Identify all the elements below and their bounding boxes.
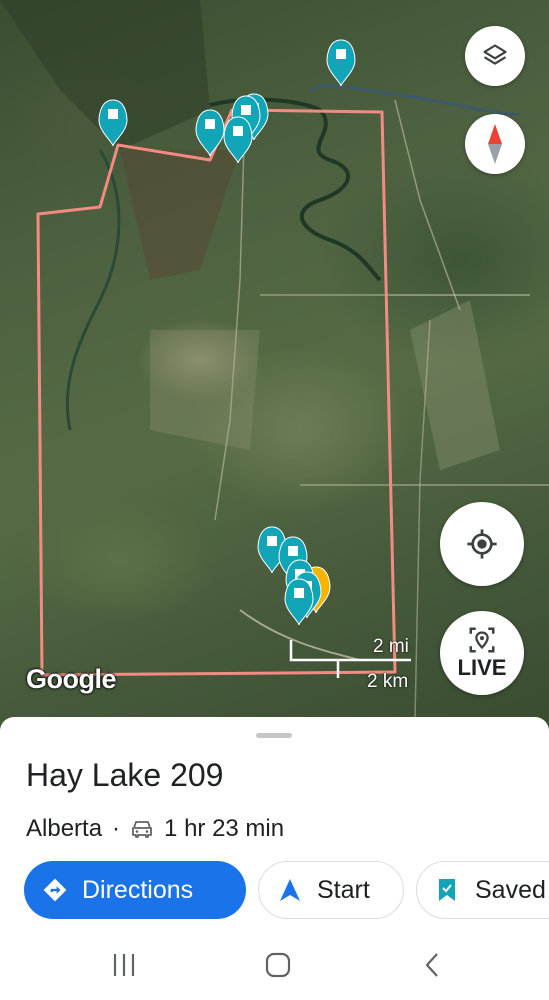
home-icon[interactable] bbox=[263, 950, 293, 980]
start-label: Start bbox=[317, 875, 370, 904]
bookmark-icon bbox=[439, 879, 455, 901]
directions-label: Directions bbox=[82, 875, 194, 904]
place-region: Alberta bbox=[26, 815, 103, 842]
map-view[interactable]: Google 2 mi 2 km LIVE bbox=[0, 0, 549, 730]
google-logo: Google bbox=[26, 664, 117, 694]
scale-kilometers: 2 km bbox=[367, 671, 409, 692]
scale-miles: 2 mi bbox=[373, 636, 409, 657]
place-subtitle: Alberta · 1 hr 23 min bbox=[26, 815, 284, 843]
system-nav-bar bbox=[0, 930, 549, 1000]
directions-button[interactable]: Directions bbox=[24, 861, 246, 919]
my-location-icon bbox=[467, 529, 497, 559]
car-icon bbox=[132, 821, 152, 838]
directions-icon bbox=[43, 878, 67, 902]
saved-button[interactable]: Saved bbox=[416, 861, 549, 919]
live-view-icon bbox=[469, 627, 495, 653]
start-button[interactable]: Start bbox=[258, 861, 404, 919]
recent-apps-icon[interactable] bbox=[109, 950, 139, 980]
live-view-button[interactable]: LIVE bbox=[440, 611, 524, 695]
back-icon[interactable] bbox=[418, 950, 448, 980]
place-title: Hay Lake 209 bbox=[26, 757, 224, 793]
my-location-button[interactable] bbox=[440, 502, 524, 586]
saved-label: Saved bbox=[475, 875, 546, 904]
compass-icon bbox=[488, 124, 502, 164]
navigation-arrow-icon bbox=[280, 879, 300, 901]
separator: · bbox=[112, 815, 121, 842]
compass-button[interactable] bbox=[465, 114, 525, 174]
live-label: LIVE bbox=[457, 655, 507, 680]
drag-handle[interactable] bbox=[256, 733, 292, 738]
drive-time: 1 hr 23 min bbox=[164, 815, 285, 842]
layers-button[interactable] bbox=[465, 26, 525, 86]
layers-icon bbox=[483, 44, 507, 65]
